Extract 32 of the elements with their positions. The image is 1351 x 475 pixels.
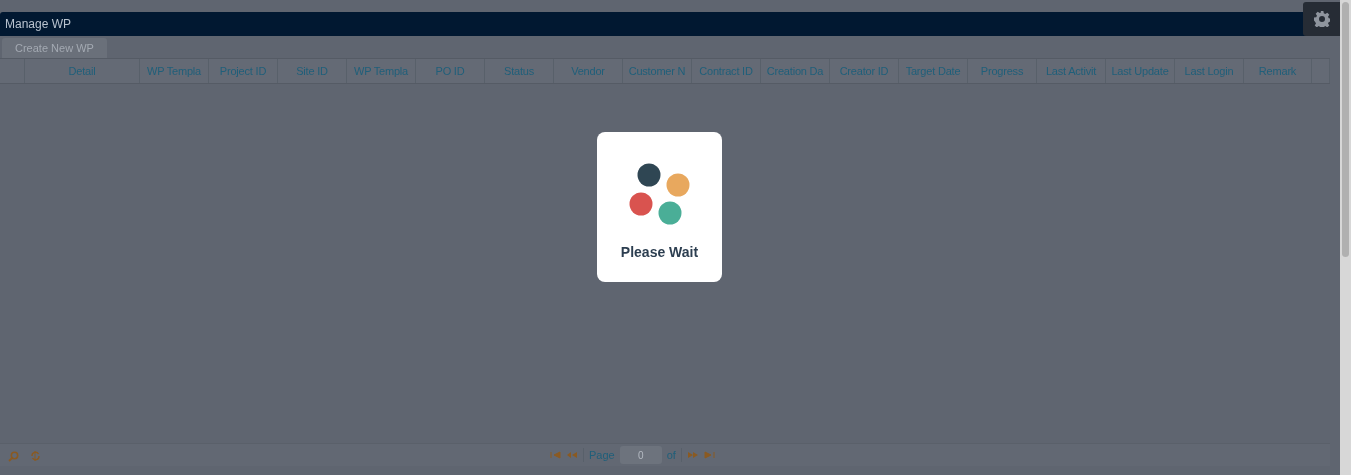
create-button[interactable]: Create New WP: [2, 38, 107, 58]
of-label: of: [666, 447, 676, 463]
window-title: Manage WP: [5, 16, 72, 33]
column-header[interactable]: Target Date: [905, 62, 961, 80]
column-header[interactable]: WP Templa: [353, 62, 408, 80]
column-header[interactable]: Site ID: [296, 62, 328, 80]
settings-icon[interactable]: [1314, 11, 1330, 27]
refresh-icon[interactable]: [30, 450, 41, 462]
column-header[interactable]: Status: [504, 62, 534, 80]
column-header[interactable]: Last Activit: [1045, 62, 1097, 80]
next-page-icon[interactable]: [686, 451, 699, 459]
column-header[interactable]: Creation Da: [766, 62, 824, 80]
first-page-icon[interactable]: [550, 451, 561, 459]
search-icon[interactable]: [8, 451, 19, 462]
column-header[interactable]: Progress: [980, 62, 1024, 80]
column-header[interactable]: Creator ID: [839, 62, 889, 80]
column-header[interactable]: Last Login: [1184, 62, 1234, 80]
column-header[interactable]: Detail: [68, 62, 96, 80]
scrollbar[interactable]: [1340, 0, 1351, 475]
column-header[interactable]: PO ID: [435, 62, 465, 80]
column-header[interactable]: Contract ID: [699, 62, 753, 80]
column-header[interactable]: Customer N: [628, 62, 686, 80]
page-label: Page: [589, 447, 615, 463]
column-header[interactable]: Last Update: [1111, 62, 1169, 80]
column-header[interactable]: Project ID: [219, 62, 267, 80]
previous-page-icon[interactable]: [566, 451, 578, 459]
loading-message: Please Wait: [620, 243, 699, 262]
column-header[interactable]: Remark: [1258, 62, 1297, 80]
column-header[interactable]: Vendor: [571, 62, 605, 80]
last-page-icon[interactable]: [703, 451, 715, 459]
column-header[interactable]: WP Templa: [146, 62, 201, 80]
page-input[interactable]: 0: [619, 446, 662, 464]
